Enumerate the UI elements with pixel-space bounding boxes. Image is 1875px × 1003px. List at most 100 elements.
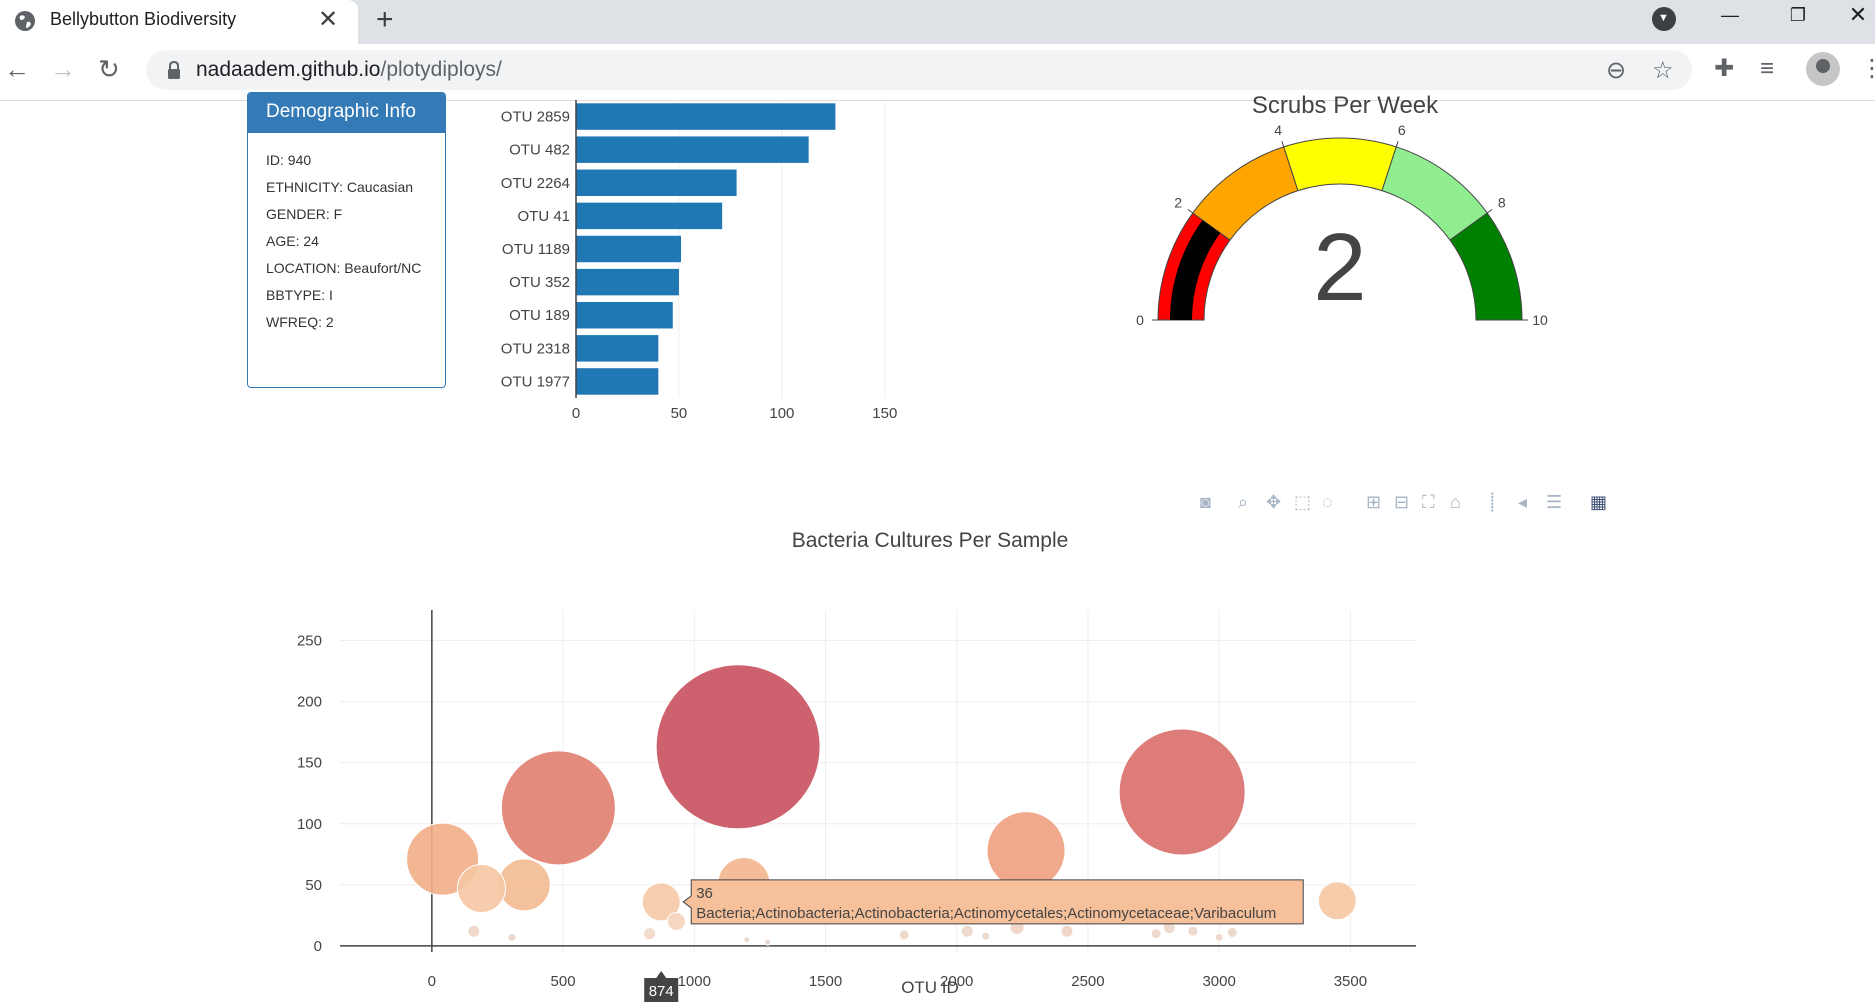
reset-axes-icon[interactable]: ⌂ — [1450, 492, 1461, 512]
bar — [576, 368, 659, 395]
close-tab-icon[interactable]: ✕ — [318, 6, 338, 34]
bar-x-tick: 150 — [872, 405, 897, 420]
restore-icon[interactable]: ❐ — [1770, 0, 1826, 34]
hover-compare-icon[interactable]: ☰ — [1546, 492, 1562, 512]
bar — [576, 335, 659, 362]
bubble-x-tick: 3500 — [1334, 973, 1367, 990]
bar-y-tick: OTU 189 — [509, 307, 570, 324]
tab-title: Bellybutton Biodiversity — [50, 9, 237, 29]
demographic-panel: Demographic Info ID: 940 ETHNICITY: Cauc… — [247, 92, 446, 388]
bubble — [497, 858, 551, 912]
bar-y-tick: OTU 1977 — [501, 373, 570, 390]
demo-id: ID: 940 — [266, 152, 312, 168]
gauge-value: 2 — [1313, 214, 1366, 321]
bar-y-tick: OTU 352 — [509, 274, 570, 291]
bar — [576, 103, 836, 130]
bubble — [1118, 728, 1246, 856]
bubble-xlabel: OTU ID — [901, 978, 959, 997]
demo-ethnicity: ETHNICITY: Caucasian — [266, 179, 414, 195]
bubble — [986, 811, 1066, 891]
pan-icon[interactable]: ✥ — [1266, 492, 1281, 512]
new-tab-button[interactable]: + — [376, 3, 394, 37]
minimize-icon[interactable]: — — [1702, 0, 1758, 34]
plotly-logo-icon[interactable]: ▦ — [1590, 492, 1607, 512]
bubble-chart: 0 500 1000 1500 2000 2500 3000 3500050100150200… — [297, 610, 1416, 1002]
url-text[interactable]: nadaadem.github.io/plotydiploys/ — [196, 58, 502, 82]
close-window-icon[interactable]: ✕ — [1830, 0, 1875, 34]
bar-y-tick: OTU 1189 — [502, 241, 570, 258]
browser-tab[interactable]: Bellybutton Biodiversity ✕ — [0, 0, 358, 44]
hover-closest-icon[interactable]: ◂ — [1518, 492, 1527, 512]
camera-icon[interactable]: ◙ — [1200, 492, 1211, 512]
address-bar[interactable]: nadaadem.github.io/plotydiploys/ ⊖ ☆ — [146, 50, 1692, 90]
media-control-icon[interactable]: ≡ — [1760, 54, 1774, 84]
demographic-list: ID: 940 ETHNICITY: Caucasian GENDER: F A… — [248, 133, 445, 362]
bar-chart: 0 50 100 150 OTU 2859 OTU 482 OTU 2264 OTU 41 OT… — [501, 100, 897, 420]
bubble — [743, 936, 751, 944]
bubble — [666, 911, 686, 931]
spike-lines-icon[interactable]: ⸽ — [1490, 492, 1495, 512]
bar-y-tick: OTU 2264 — [501, 175, 570, 192]
bubble-y-tick: 100 — [297, 816, 322, 833]
bubble-y-tick: 50 — [305, 877, 322, 894]
lasso-icon[interactable]: ◌ — [1322, 492, 1333, 512]
gauge-title: Scrubs Per Week — [1251, 92, 1439, 119]
bar-x-tick: 50 — [671, 405, 688, 420]
autoscale-icon[interactable]: ⛶ — [1422, 492, 1435, 512]
bubble — [500, 750, 616, 866]
zoom-out-icon[interactable]: ⊟ — [1394, 492, 1409, 512]
zoom-icon[interactable]: ⌕ — [1238, 492, 1248, 512]
gauge-tick-label: 0 — [1136, 312, 1144, 328]
bar-y-tick: OTU 2318 — [501, 340, 570, 357]
bar-x-tick: 100 — [769, 405, 794, 420]
bubble — [981, 931, 991, 941]
gauge-tick — [1281, 141, 1285, 148]
demo-gender: GENDER: F — [266, 206, 343, 222]
bubble-y-tick: 150 — [297, 755, 322, 772]
menu-kebab-icon[interactable]: ⋮ — [1860, 54, 1875, 84]
bar — [576, 268, 679, 296]
bubble — [643, 927, 657, 941]
extensions-icon[interactable]: ✚ — [1714, 54, 1734, 84]
forward-icon[interactable]: → — [50, 54, 76, 84]
bar — [576, 202, 723, 230]
hover-x-label: 874 — [649, 983, 674, 1000]
back-icon[interactable]: ← — [4, 54, 30, 84]
globe-icon — [15, 11, 35, 31]
bubble — [764, 938, 772, 946]
bubble — [1060, 924, 1074, 938]
bubble-title: Bacteria Cultures Per Sample — [791, 529, 1069, 552]
bubble — [1226, 926, 1238, 938]
bar — [576, 235, 681, 263]
zoom-magnifier-icon[interactable]: ⊖ — [1606, 56, 1626, 85]
bubble — [1187, 925, 1199, 937]
bar-x-tick: 0 — [572, 405, 580, 420]
demo-location: LOCATION: Beaufort/NC — [266, 260, 422, 276]
bubble — [1214, 932, 1224, 942]
bookmark-star-icon[interactable]: ☆ — [1652, 56, 1674, 85]
gauge-tick-label: 4 — [1274, 122, 1282, 138]
bar — [576, 301, 673, 329]
bar — [576, 169, 737, 197]
profile-avatar[interactable] — [1806, 52, 1840, 86]
bubble — [960, 924, 974, 938]
panel-title: Demographic Info — [248, 93, 445, 133]
bubble-y-tick: 250 — [297, 633, 322, 650]
gauge-tick — [1486, 209, 1493, 214]
demo-wfreq: WFREQ: 2 — [266, 314, 334, 330]
bar — [576, 136, 809, 163]
gauge-step — [1283, 137, 1397, 192]
bubble-y-tick: 0 — [314, 938, 322, 955]
bubble — [467, 924, 481, 938]
bar-y-tick: OTU 482 — [509, 142, 570, 159]
demo-age: AGE: 24 — [266, 233, 319, 249]
zoom-in-icon[interactable]: ⊞ — [1366, 492, 1381, 512]
bubble — [507, 932, 517, 942]
gauge-tick — [1395, 141, 1399, 148]
tab-search-icon[interactable]: ▼ — [1652, 7, 1676, 31]
reload-icon[interactable]: ↻ — [98, 54, 120, 84]
bubble-x-tick: 1000 — [678, 973, 711, 990]
box-select-icon[interactable]: ⬚ — [1294, 492, 1311, 512]
gauge-tick-label: 6 — [1398, 122, 1406, 138]
bubble-x-tick: 3000 — [1202, 973, 1235, 990]
